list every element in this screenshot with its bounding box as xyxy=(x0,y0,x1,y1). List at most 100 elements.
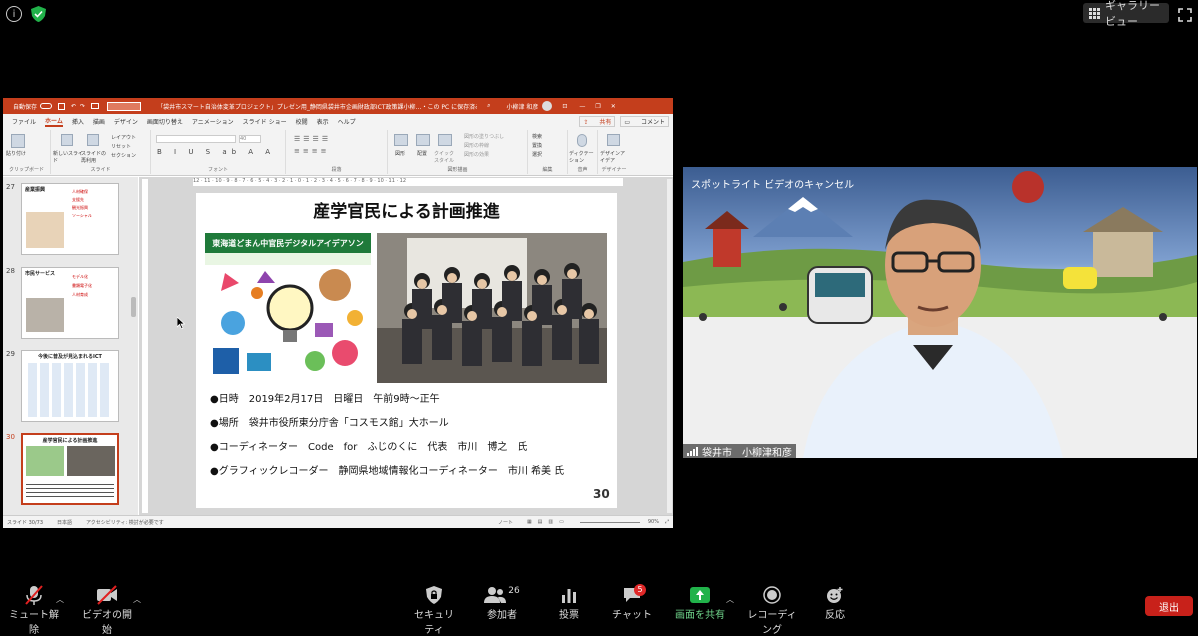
ribbon-options-icon[interactable]: ⊡ xyxy=(562,103,567,110)
fit-slide-icon[interactable]: ⤢ xyxy=(665,519,669,525)
reuse-slide-icon[interactable] xyxy=(87,134,99,146)
record-button[interactable]: レコーディング xyxy=(744,584,800,636)
leave-button[interactable]: 退出 xyxy=(1145,596,1193,616)
thumbnail-poster xyxy=(26,446,64,476)
find-button[interactable]: 検索 xyxy=(532,133,542,140)
tab-file[interactable]: ファイル xyxy=(12,117,36,126)
comment-button[interactable]: ▭ コメント xyxy=(620,115,669,127)
security-shield-icon[interactable] xyxy=(31,6,46,22)
current-slide[interactable]: 産学官民による計画推進 東海道どまん中官民デジタルアイデアソン ●日時 2019… xyxy=(196,193,617,508)
fullscreen-icon[interactable] xyxy=(1178,7,1192,22)
slide-thumbnail-30[interactable]: 産学官民による計画推進 xyxy=(21,433,119,505)
close-icon[interactable]: ✕ xyxy=(611,103,616,110)
polls-button[interactable]: 投票 xyxy=(552,584,586,621)
language-status[interactable]: 日本語 xyxy=(57,519,72,526)
avatar[interactable] xyxy=(542,101,553,111)
shape-fill-button[interactable]: 図形の塗りつぶし xyxy=(464,133,504,140)
list-buttons[interactable]: ☰☰☰☰ xyxy=(294,135,331,143)
editor-scrollbar[interactable] xyxy=(667,179,672,513)
font-format-buttons[interactable]: B I U S ab A A xyxy=(157,148,275,156)
replace-button[interactable]: 置換 xyxy=(532,142,542,149)
align-buttons[interactable]: ≡≡≡≡ xyxy=(294,147,329,155)
tab-transitions[interactable]: 画面切り替え xyxy=(147,117,183,126)
slide-counter: スライド 30/73 xyxy=(7,519,43,526)
video-options-caret-icon[interactable]: ︿ xyxy=(133,594,141,605)
thumbnail-scrollbar[interactable] xyxy=(131,297,136,317)
font-name-box[interactable] xyxy=(156,135,236,143)
tab-draw[interactable]: 描画 xyxy=(93,117,105,126)
tab-animations[interactable]: アニメーション xyxy=(192,117,234,126)
search-icon[interactable]: ⌕ xyxy=(487,102,490,110)
select-button[interactable]: 選択 xyxy=(532,151,542,158)
cancel-spotlight-button[interactable]: スポットライト ビデオのキャンセル xyxy=(691,176,854,191)
minimize-icon[interactable]: — xyxy=(579,103,585,110)
slide-thumbnail-27[interactable]: 産業振興 人材確保 支援先 観光振興 ソーシャル xyxy=(21,183,119,255)
info-icon[interactable]: i xyxy=(6,6,22,22)
chat-button[interactable]: 5 チャット xyxy=(612,584,652,621)
quick-access-box[interactable] xyxy=(107,101,142,111)
security-shield-icon xyxy=(410,584,458,606)
voice-group: ディクテーション 音声 xyxy=(568,130,598,174)
security-button[interactable]: セキュリティ xyxy=(410,584,458,636)
document-title: 「袋井市スマート自治体変革プロジェクト」プレゼン用_静岡県袋井市企画財政部ICT… xyxy=(157,103,478,111)
tab-view[interactable]: 表示 xyxy=(317,117,329,126)
zoom-slider[interactable] xyxy=(579,521,640,523)
clipboard-group: 貼り付け クリップボード xyxy=(3,130,51,174)
zoom-level[interactable]: 90% xyxy=(648,519,659,525)
save-icon[interactable] xyxy=(58,102,66,110)
shape-effect-button[interactable]: 図形の効果 xyxy=(464,151,489,158)
microphone-icon[interactable] xyxy=(577,134,587,147)
shape-outline-button[interactable]: 図形の枠線 xyxy=(464,142,489,149)
polls-label: 投票 xyxy=(559,610,579,621)
chat-badge: 5 xyxy=(634,584,646,596)
thumbnail-text xyxy=(26,481,114,497)
new-slide-label: 新しいスライド xyxy=(53,151,84,164)
user-name: 小柳津 和彦 xyxy=(506,103,539,111)
tab-design[interactable]: デザイン xyxy=(114,117,138,126)
gallery-view-button[interactable]: ギャラリー ビュー xyxy=(1083,0,1169,28)
start-video-button[interactable]: ビデオの開始 xyxy=(80,584,134,636)
redo-icon[interactable]: ↷ xyxy=(80,103,85,110)
start-video-label: ビデオの開始 xyxy=(82,610,132,636)
quick-styles-icon[interactable] xyxy=(438,134,452,146)
new-slide-icon[interactable] xyxy=(61,134,73,146)
poster-illustration xyxy=(205,253,371,381)
view-buttons[interactable]: ▦▤▥▭ xyxy=(527,519,570,525)
tab-home[interactable]: ホーム xyxy=(45,116,63,127)
unmute-button[interactable]: ミュート解除 xyxy=(8,584,60,636)
share-screen-button[interactable]: 画面を共有 xyxy=(674,584,726,621)
undo-icon[interactable]: ↶ xyxy=(71,103,76,110)
layout-button[interactable]: レイアウト xyxy=(111,134,136,141)
audio-options-caret-icon[interactable]: ︿ xyxy=(56,594,64,605)
autosave-toggle[interactable] xyxy=(40,103,53,109)
arrange-icon[interactable] xyxy=(416,134,430,146)
reactions-button[interactable]: 反応 xyxy=(820,584,850,621)
share-options-caret-icon[interactable]: ︿ xyxy=(726,594,734,605)
shapes-icon[interactable] xyxy=(394,134,408,146)
speaker-video-tile[interactable]: スポットライト ビデオのキャンセル 袋井市 小柳津和彦 xyxy=(683,167,1197,458)
tab-review[interactable]: 校閲 xyxy=(296,117,308,126)
present-icon[interactable] xyxy=(91,103,100,109)
tab-insert[interactable]: 挿入 xyxy=(72,117,84,126)
slide-thumbnail-28[interactable]: 市民サービス モデル化 書類電子化 人材育成 xyxy=(21,267,119,339)
font-size-box[interactable]: 40 xyxy=(239,135,261,143)
section-button[interactable]: セクション xyxy=(111,152,136,159)
powerpoint-window: 自動保存 ↶ ↷ 「袋井市スマート自治体変革プロジェクト」プレゼン用_静岡県袋井… xyxy=(3,98,673,528)
tab-help[interactable]: ヘルプ xyxy=(338,117,356,126)
accessibility-status[interactable]: アクセシビリティ: 検討が必要です xyxy=(86,519,164,526)
paste-icon[interactable] xyxy=(11,134,25,148)
reset-button[interactable]: リセット xyxy=(111,143,131,150)
tab-slideshow[interactable]: スライド ショー xyxy=(243,117,287,126)
participants-button[interactable]: 26 参加者 xyxy=(480,584,524,621)
arrange-label: 配置 xyxy=(417,151,428,157)
thumbnail-number: 27 xyxy=(6,183,15,191)
unmute-label: ミュート解除 xyxy=(9,610,59,636)
info-graphic-recorder: ●グラフィックレコーダー 静岡県地域情報化コーディネーター 市川 希美 氏 xyxy=(210,466,565,477)
thumbnail-icon-grid xyxy=(28,363,112,417)
slide-thumbnail-29[interactable]: 今後に普及が見込まれるICT xyxy=(21,350,119,422)
notes-button[interactable]: ノート xyxy=(498,519,513,526)
share-button[interactable]: ⇪ 共有 xyxy=(579,115,616,127)
maximize-icon[interactable]: ❐ xyxy=(595,103,600,110)
gallery-view-label: ギャラリー ビュー xyxy=(1105,0,1160,28)
design-ideas-icon[interactable] xyxy=(607,134,620,146)
